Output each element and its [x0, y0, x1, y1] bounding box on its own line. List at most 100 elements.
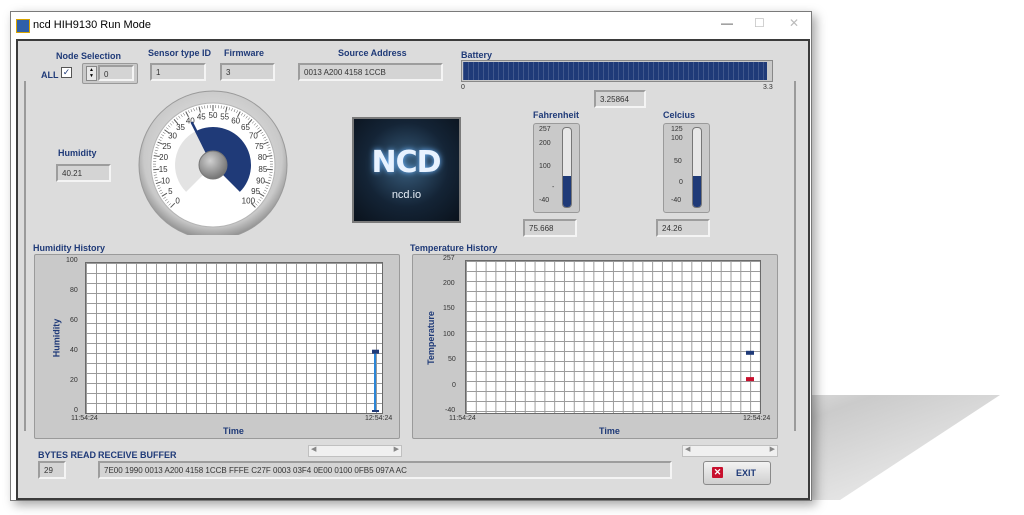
humidity-history-title: Humidity History — [33, 243, 106, 253]
humidity-xlabel: Time — [223, 426, 244, 436]
humidity-point — [372, 349, 379, 354]
gauge-tick-label: 45 — [197, 112, 206, 121]
celcius-tick: 50 — [674, 158, 682, 165]
front-panel: Node Selection ALL ✓ ▲ ▼ 0 Sensor type ID… — [16, 39, 810, 500]
gauge-tick-label: 5 — [168, 187, 173, 196]
scroll-left-icon[interactable]: ◀ — [685, 445, 690, 453]
node-selection-label: Node Selection — [56, 51, 122, 61]
humidity-x-end: 12:54:24 — [365, 415, 393, 422]
battery-value: 3.25864 — [594, 90, 646, 108]
gauge-tick-label: 20 — [159, 153, 168, 162]
minimize-icon[interactable]: — — [721, 16, 733, 30]
gauge-tick-label: 35 — [176, 123, 185, 132]
gauge-tick-label: 50 — [209, 111, 218, 120]
gauge-hub — [198, 150, 228, 180]
humidity-series-layer — [372, 349, 379, 412]
celcius-value: 24.26 — [656, 219, 710, 237]
fahrenheit-label: Fahrenheit — [533, 110, 580, 120]
receive-buffer-label: RECEIVE BUFFER — [98, 450, 177, 460]
gauge-tick-label: 75 — [255, 142, 264, 151]
temperature-x-start: 11:54:24 — [449, 415, 476, 422]
stepper-arrows-icon[interactable]: ▲ ▼ — [86, 66, 97, 81]
exit-button-label: EXIT — [736, 468, 757, 478]
maximize-icon[interactable]: ☐ — [754, 16, 765, 30]
sensor-type-label: Sensor type ID — [148, 48, 212, 58]
fahrenheit-value: 75.668 — [523, 219, 577, 237]
humidity-gauge: 0510152025303540 45 50 55 606570758085909510… — [138, 90, 288, 235]
fahrenheit-tick: 200 — [539, 140, 551, 147]
gauge-tick-label: 25 — [162, 142, 171, 151]
node-stepper[interactable]: ▲ ▼ 0 — [82, 63, 138, 84]
temperature-ylabel: Temperature — [425, 311, 436, 365]
temperature-ytick: -40 — [445, 407, 456, 414]
all-label: ALL — [41, 70, 59, 80]
gauge-tick-label: 60 — [231, 116, 240, 125]
gauge-tick-label: 10 — [161, 176, 170, 185]
celcius-fill — [693, 176, 701, 207]
humidity-ytick: 60 — [70, 317, 78, 324]
node-value[interactable]: 0 — [98, 65, 134, 81]
temperature-ytick: 0 — [452, 382, 456, 389]
fahrenheit-tube — [562, 127, 572, 208]
fahrenheit-thermometer: 257 200 100 - -40 — [533, 123, 580, 213]
celcius-thermometer: 125 100 50 0 -40 — [663, 123, 710, 213]
fahrenheit-fill — [563, 176, 571, 207]
bytes-read-value: 29 — [38, 461, 66, 479]
fahrenheit-tick: 100 — [539, 163, 551, 170]
bytes-read-label: BYTES READ — [38, 450, 97, 460]
temperature-ytick: 150 — [443, 305, 455, 312]
temperature-ytick: 257 — [443, 255, 455, 262]
temperature-ytick: 50 — [448, 356, 456, 363]
celcius-tick: -40 — [671, 197, 682, 204]
humidity-label: Humidity — [58, 148, 97, 158]
celcius-tick: 125 — [671, 126, 683, 133]
right-horizontal-scrollbar[interactable]: ◀ ▶ — [682, 445, 778, 457]
battery-bar-fill — [463, 62, 767, 80]
scroll-right-icon[interactable]: ▶ — [394, 445, 399, 453]
celcius-label: Celcius — [663, 110, 696, 120]
firmware-label: Firmware — [224, 48, 265, 58]
scroll-right-icon[interactable]: ▶ — [770, 445, 775, 453]
battery-max-tick: 3.3 — [763, 84, 773, 91]
temperature-history-title: Temperature History — [410, 243, 498, 253]
exit-button[interactable]: ✕ EXIT — [703, 461, 771, 485]
humidity-x-start: 11:54:24 — [71, 415, 98, 422]
source-address-label: Source Address — [338, 48, 407, 58]
celcius-tube — [692, 127, 702, 208]
humidity-ytick: 20 — [70, 377, 78, 384]
exit-icon: ✕ — [712, 467, 723, 478]
battery-bar — [461, 60, 773, 82]
temperature-xlabel: Time — [599, 426, 620, 436]
fahrenheit-tick: - — [552, 184, 555, 191]
gauge-tick-label: 55 — [220, 112, 229, 121]
humidity-ytick: 0 — [74, 407, 78, 414]
all-checkbox[interactable]: ✓ — [61, 67, 72, 78]
left-horizontal-scrollbar[interactable]: ◀ ▶ — [308, 445, 402, 457]
humidity-ytick: 100 — [66, 257, 78, 264]
humidity-ytick: 80 — [70, 287, 78, 294]
temperature-x-end: 12:54:24 — [743, 415, 771, 422]
temperature-point — [746, 350, 754, 355]
logo-site: ncd.io — [391, 189, 422, 201]
title-bar: ncd HIH9130 Run Mode — ☐ ✕ — [11, 12, 811, 38]
temperature-history-chart: 257 200 150 100 50 0 -40 Temperature 11:… — [412, 254, 778, 439]
temperature-series-layer — [746, 350, 754, 382]
ncd-logo: NCD ncd.io — [352, 117, 461, 223]
celcius-tick: 100 — [671, 135, 683, 142]
app-window: ncd HIH9130 Run Mode — ☐ ✕ Node Selectio… — [10, 11, 812, 501]
humidity-history-chart: 100 80 60 40 20 0 Humidity 11:54:24 12:5… — [34, 254, 400, 439]
close-icon[interactable]: ✕ — [789, 16, 799, 30]
temperature-point — [746, 377, 754, 382]
logo-brand: NCD — [371, 145, 441, 180]
gauge-tick-label: 80 — [258, 153, 267, 162]
panel-right-rail — [794, 81, 796, 431]
gauge-tick-label: 15 — [159, 165, 168, 174]
gauge-tick-label: 85 — [258, 165, 267, 174]
source-address-value: 0013 A200 4158 1CCB — [298, 63, 443, 81]
receive-buffer-value: 7E00 1990 0013 A200 4158 1CCB FFFE C27F … — [98, 461, 672, 479]
humidity-point — [372, 410, 379, 412]
temperature-ytick: 100 — [443, 331, 455, 338]
scroll-left-icon[interactable]: ◀ — [311, 445, 316, 453]
sensor-type-value: 1 — [150, 63, 206, 81]
gauge-tick-label: 90 — [256, 176, 265, 185]
